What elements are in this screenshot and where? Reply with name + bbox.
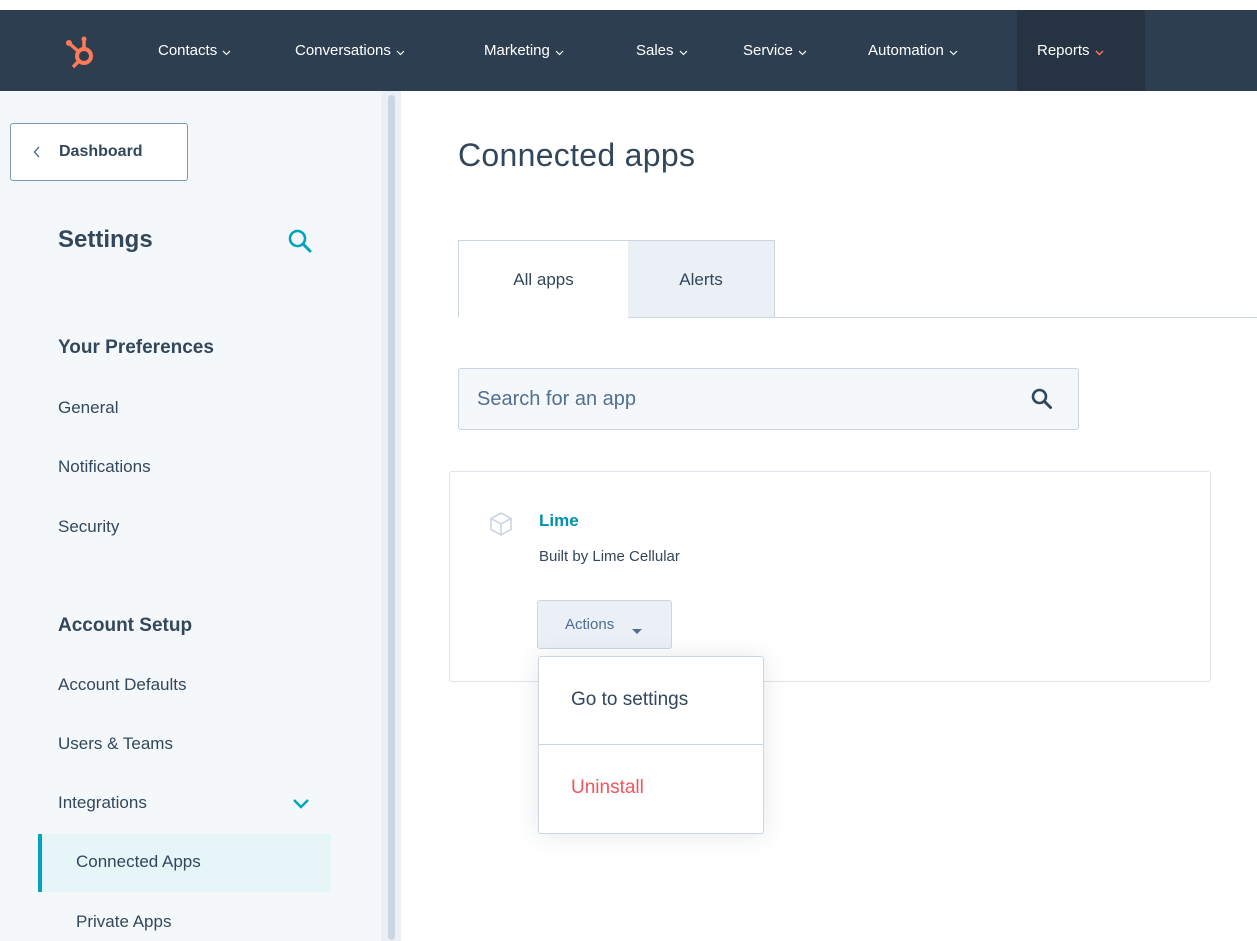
actions-dropdown-button[interactable]: Actions (537, 600, 672, 649)
nav-conversations-label: Conversations (295, 42, 391, 59)
chevron-down-icon (949, 11, 958, 92)
page-title: Connected apps (458, 137, 696, 173)
sidebar-item-connected-apps-label: Connected Apps (76, 852, 201, 871)
nav-conversations[interactable]: Conversations (295, 10, 405, 91)
tab-all-apps[interactable]: All apps (458, 240, 629, 318)
search-icon[interactable] (1030, 387, 1054, 416)
search-placeholder: Search for an app (477, 388, 636, 410)
sidebar-title: Settings (58, 226, 153, 253)
package-box-icon (487, 510, 515, 543)
menu-divider (539, 744, 763, 745)
app-name-link[interactable]: Lime (539, 511, 579, 531)
sidebar-item-private-apps[interactable]: Private Apps (76, 912, 171, 932)
sidebar-item-users-teams[interactable]: Users & Teams (58, 734, 173, 754)
sidebar-scrollbar[interactable] (381, 91, 401, 941)
nav-service[interactable]: Service (743, 10, 807, 91)
sidebar-item-notifications[interactable]: Notifications (58, 457, 151, 477)
back-to-dashboard-button[interactable]: Dashboard (10, 123, 188, 181)
sidebar-item-connected-apps[interactable]: Connected Apps (38, 834, 331, 892)
nav-sales-label: Sales (636, 42, 674, 59)
chevron-left-icon (33, 145, 41, 163)
tab-alerts[interactable]: Alerts (628, 240, 775, 318)
app-developer: Built by Lime Cellular (539, 548, 680, 565)
caret-down-icon (632, 622, 642, 639)
menu-item-go-to-settings[interactable]: Go to settings (571, 689, 688, 711)
sidebar-item-security[interactable]: Security (58, 517, 119, 537)
chevron-down-icon[interactable] (292, 797, 310, 815)
nav-automation[interactable]: Automation (868, 10, 958, 91)
actions-label: Actions (565, 616, 615, 633)
settings-sidebar (0, 91, 381, 941)
section-account-setup: Account Setup (58, 615, 193, 636)
chevron-down-icon (1095, 11, 1104, 92)
actions-dropdown-menu: Go to settings Uninstall (538, 656, 764, 834)
sidebar-item-integrations[interactable]: Integrations (58, 793, 147, 813)
nav-reports-label: Reports (1037, 42, 1090, 59)
nav-marketing[interactable]: Marketing (484, 10, 564, 91)
chevron-down-icon (555, 11, 564, 92)
scrollbar-thumb[interactable] (388, 95, 395, 940)
chevron-down-icon (798, 11, 807, 92)
chevron-down-icon (396, 11, 405, 92)
nav-sales[interactable]: Sales (636, 10, 688, 91)
chevron-down-icon (222, 11, 231, 92)
nav-service-label: Service (743, 42, 794, 59)
nav-marketing-label: Marketing (484, 42, 550, 59)
nav-contacts[interactable]: Contacts (158, 10, 231, 91)
nav-automation-label: Automation (868, 42, 944, 59)
sidebar-item-account-defaults[interactable]: Account Defaults (58, 675, 187, 695)
hubspot-logo-icon[interactable] (62, 32, 102, 72)
app-search-input[interactable]: Search for an app (458, 368, 1079, 430)
app-card (449, 471, 1211, 682)
search-icon[interactable] (287, 228, 313, 259)
nav-contacts-label: Contacts (158, 42, 218, 59)
back-button-label: Dashboard (59, 143, 143, 160)
nav-reports[interactable]: Reports (1017, 10, 1145, 91)
chevron-down-icon (679, 11, 688, 92)
sidebar-item-general[interactable]: General (58, 398, 118, 418)
menu-item-uninstall[interactable]: Uninstall (571, 777, 644, 799)
section-your-preferences: Your Preferences (58, 337, 214, 358)
